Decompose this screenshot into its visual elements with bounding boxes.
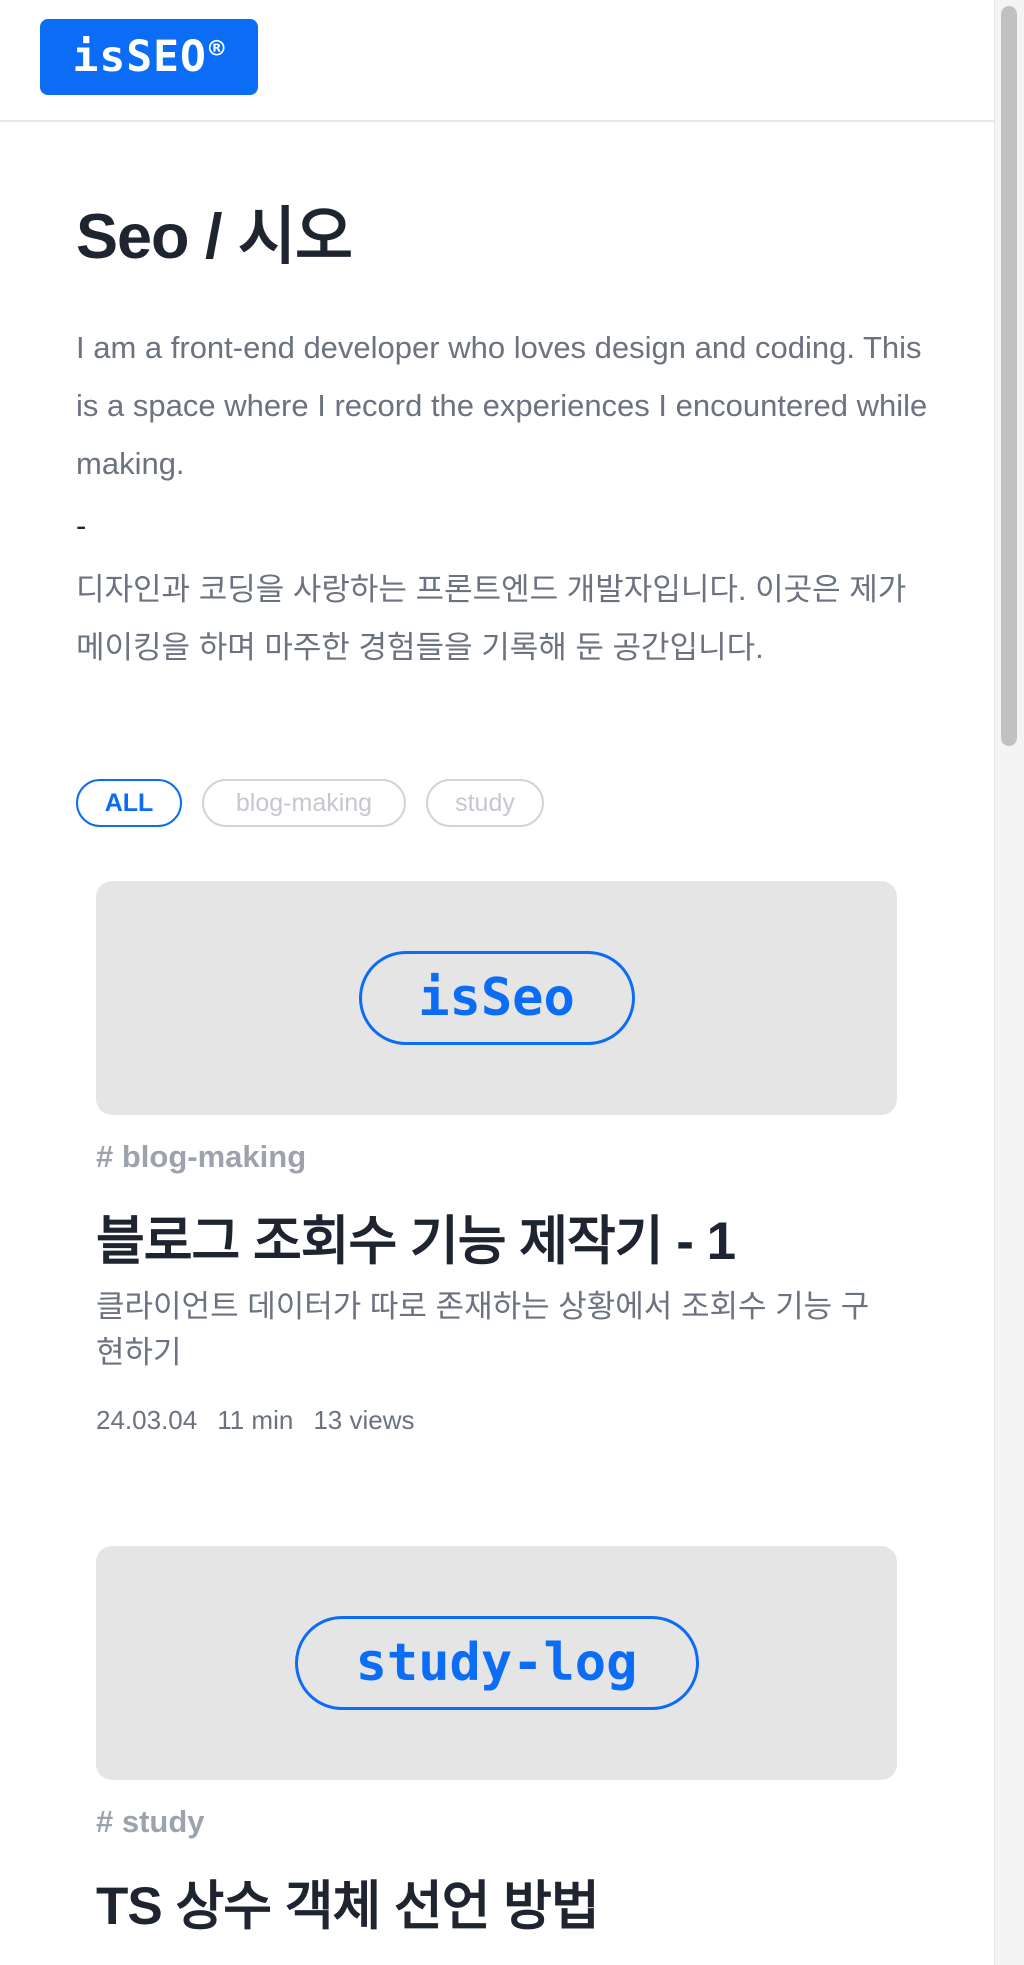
post-meta: 24.03.04 11 min 13 views [96,1405,414,1436]
thumbnail-label: isSeo [358,951,635,1045]
post-views: 13 views [313,1405,415,1435]
logo-button[interactable]: isSEO ® [40,19,258,95]
post-tag[interactable]: # study [96,1804,205,1840]
scrollbar-thumb[interactable] [1001,6,1017,746]
post-title[interactable]: 블로그 조회수 기능 제작기 - 1 [96,1199,736,1275]
bio-english: I am a front-end developer who loves des… [76,330,928,481]
filter-chip-blog-making[interactable]: blog-making [202,779,406,827]
post-tag[interactable]: # blog-making [96,1139,306,1175]
bio-separator: - [76,508,87,543]
filter-chip-study[interactable]: study [426,779,544,827]
post-card[interactable]: study-log # study TS 상수 객체 선언 방법 [96,1546,897,1965]
logo-registered-mark: ® [208,34,226,64]
page: isSEO ® Seo / 시오 I am a front-end develop… [0,0,994,1965]
thumbnail-label: study-log [294,1616,699,1710]
post-date: 24.03.04 [96,1405,198,1435]
post-read-time: 11 min [217,1405,294,1435]
filter-chip-all[interactable]: ALL [76,779,182,827]
vertical-scrollbar[interactable] [994,0,1024,1965]
post-thumbnail[interactable]: isSeo [96,881,897,1115]
post-thumbnail[interactable]: study-log [96,1546,897,1780]
bio-korean: 디자인과 코딩을 사랑하는 프론트엔드 개발자입니다. 이곳은 제가 메이킹을 … [76,572,907,665]
site-header: isSEO ® [0,0,994,122]
page-title: Seo / 시오 [76,202,353,272]
post-card[interactable]: isSeo # blog-making 블로그 조회수 기능 제작기 - 1 클… [96,881,897,1441]
category-filters: ALL blog-making study [76,779,544,827]
post-description: 클라이언트 데이터가 따로 존재하는 상황에서 조회수 기능 구현하기 [96,1289,870,1370]
post-title[interactable]: TS 상수 객체 선언 방법 [96,1864,600,1940]
logo-text: isSEO [72,32,207,82]
